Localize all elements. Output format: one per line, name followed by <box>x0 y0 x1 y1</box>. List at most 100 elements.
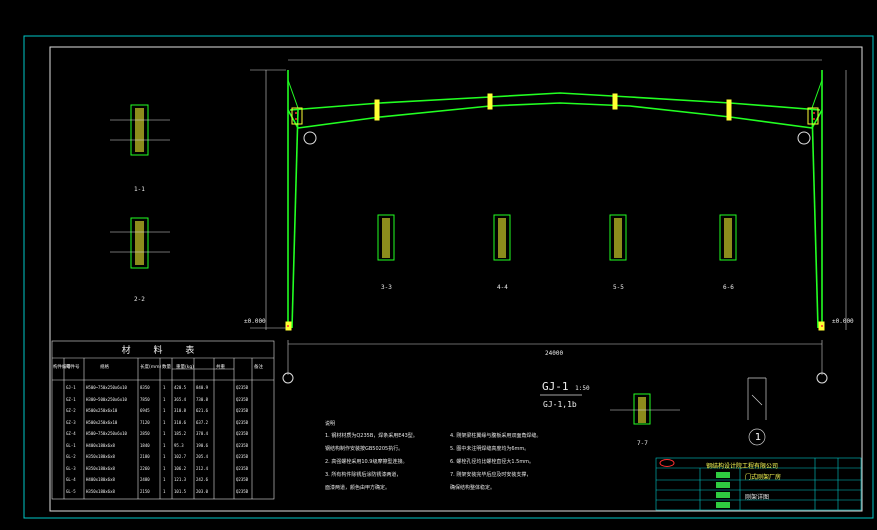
material-table-cell: H300~500x250x6x10 <box>86 396 127 402</box>
material-table-cell: 121.3 <box>174 477 187 482</box>
material-table-cell: 1 <box>163 454 166 459</box>
material-table-cell: 6945 <box>140 408 150 413</box>
note-line: 1. 钢材材质为Q235B，焊条采用E43型。 <box>325 433 418 439</box>
material-table-cell: 1 <box>163 419 166 425</box>
note-line: 6. 螺栓孔径均比螺栓直径大1.5mm。 <box>450 459 535 465</box>
section-detail-6 <box>719 214 737 261</box>
material-table-cell: 1 <box>163 385 166 390</box>
axis-bubbles <box>282 131 828 384</box>
detail-circle-number: 1 <box>754 432 762 443</box>
material-table-cell: 1 <box>163 442 166 448</box>
material-table-cell: 637.2 <box>196 419 209 425</box>
material-table-header: 共重 <box>216 365 225 370</box>
frame-sublabel: GJ-1,1b <box>543 400 577 409</box>
material-table-cell: 1 <box>163 465 166 471</box>
section-detail-7 <box>610 393 680 425</box>
outer-border <box>23 35 874 519</box>
note-line: 2. 高强螺栓采用10.9级摩擦型连接。 <box>325 459 408 465</box>
section-label-2: 2-2 <box>134 296 145 303</box>
material-table-cell: GZ-1 <box>66 396 76 402</box>
material-table-cell: H400x180x6x8 <box>86 442 115 448</box>
material-table-cell: 2150 <box>140 488 150 494</box>
material-table-cell: 621.6 <box>196 408 209 413</box>
frame-joints <box>285 93 825 331</box>
material-table-cell: H350x180x6x8 <box>86 488 115 494</box>
section-detail-2 <box>110 217 170 269</box>
material-table-cell: Q235B <box>236 396 249 402</box>
material-table-cell: H500x250x6x10 <box>86 419 118 425</box>
material-table-cell: 840.9 <box>196 385 209 390</box>
material-table-cell: 2180 <box>140 454 150 459</box>
portal-frame <box>287 70 823 329</box>
material-table-cell: 1840 <box>140 442 150 448</box>
material-table-header: 重量(kg) <box>176 365 194 370</box>
note-line: 5. 图中未注明焊缝高度均为6mm。 <box>450 446 530 452</box>
section-detail-1 <box>110 104 170 156</box>
material-table-cell: GL-2 <box>66 454 76 459</box>
note-line: 3. 所有构件除锈后涂防锈漆两道， <box>325 472 402 478</box>
material-table-cell: 318.6 <box>174 419 187 425</box>
notes-left: 1. 钢材材质为Q235B，焊条采用E43型。 钢结构制作安装按GB50205执… <box>325 430 418 495</box>
material-table-cell: 7850 <box>140 396 150 402</box>
titleblock-project: 门式刚架厂房 <box>745 474 782 481</box>
material-table-cell: 730.8 <box>196 396 209 402</box>
material-table-cell: Q235B <box>236 454 249 459</box>
material-table-cell: 1 <box>163 488 166 494</box>
material-table-cell: 190.6 <box>196 442 209 448</box>
material-table-title: 材 料 表 <box>121 346 205 356</box>
material-table-cell: GL-5 <box>66 488 76 494</box>
material-table-cell: GZ-3 <box>66 419 76 425</box>
material-table-cell: GJ-1 <box>66 385 76 390</box>
material-table-cell: 365.4 <box>174 396 187 402</box>
material-table-cell: 2260 <box>140 465 150 471</box>
material-table-cell: 203.0 <box>196 488 209 494</box>
material-table-cell: GZ-2 <box>66 408 76 413</box>
material-table-cell: Q235B <box>236 465 249 471</box>
material-table-cell: Q235B <box>236 442 249 448</box>
material-table-cell: 420.5 <box>174 385 187 390</box>
material-table-cell: 212.4 <box>196 465 209 471</box>
material-table-cell: Q235B <box>236 408 249 413</box>
company-logo <box>659 459 675 467</box>
material-table-cell: 242.6 <box>196 477 209 482</box>
material-table-cell: 310.8 <box>174 408 187 413</box>
material-table-cell: Q235B <box>236 431 249 436</box>
material-table-cell: H350x180x6x8 <box>86 454 115 459</box>
material-table-cell: 8350 <box>140 385 150 390</box>
material-table-cell: 1 <box>163 431 166 436</box>
section-label-4: 4-4 <box>497 284 508 291</box>
material-table-cell: 2480 <box>140 477 150 482</box>
note-line: 7. 刚架安装完毕后应及时安装支撑， <box>450 472 532 478</box>
section-label-1: 1-1 <box>134 186 145 193</box>
elevation-left: ±0.000 <box>244 318 266 325</box>
section-label-3: 3-3 <box>381 284 392 291</box>
notes-right: 4. 刚架梁柱翼缘与腹板采用双面角焊缝。 5. 图中未注明焊缝高度均为6mm。 … <box>450 430 541 495</box>
material-table-header: 备注 <box>254 365 263 370</box>
material-table-cell: 1 <box>163 477 166 482</box>
note-line: 面漆两道，颜色由甲方确定。 <box>325 485 391 491</box>
material-table-cell: 95.3 <box>174 442 184 448</box>
material-table-cell: Q235B <box>236 419 249 425</box>
dimensions <box>250 59 847 375</box>
material-table-cell: 185.2 <box>174 431 187 436</box>
material-table-header: 长度(mm) <box>140 365 162 370</box>
material-table-cell: GZ-4 <box>66 431 76 436</box>
material-table-cell: 370.4 <box>196 431 209 436</box>
material-table-cell: H400x180x6x8 <box>86 477 115 482</box>
material-table-cell: H500~750x250x6x10 <box>86 385 127 390</box>
material-table-cell: Q235B <box>236 477 249 482</box>
note-line: 钢结构制作安装按GB50205执行。 <box>325 446 404 452</box>
bolt-marks <box>287 112 823 327</box>
elevation-right: ±0.000 <box>832 318 854 325</box>
note-line: 确保结构整体稳定。 <box>450 485 496 491</box>
cad-drawing-canvas <box>23 35 874 519</box>
material-table-cell: Q235B <box>236 385 249 390</box>
material-table-cell: 205.4 <box>196 454 209 459</box>
section-label-7: 7-7 <box>637 440 648 447</box>
material-table-header: 数量 <box>162 365 171 370</box>
material-table-cell: 1 <box>163 396 166 402</box>
material-table-cell: GL-4 <box>66 477 76 482</box>
material-table-cell: 102.7 <box>174 454 187 459</box>
section-detail-3 <box>377 214 395 261</box>
section-detail-5 <box>609 214 627 261</box>
